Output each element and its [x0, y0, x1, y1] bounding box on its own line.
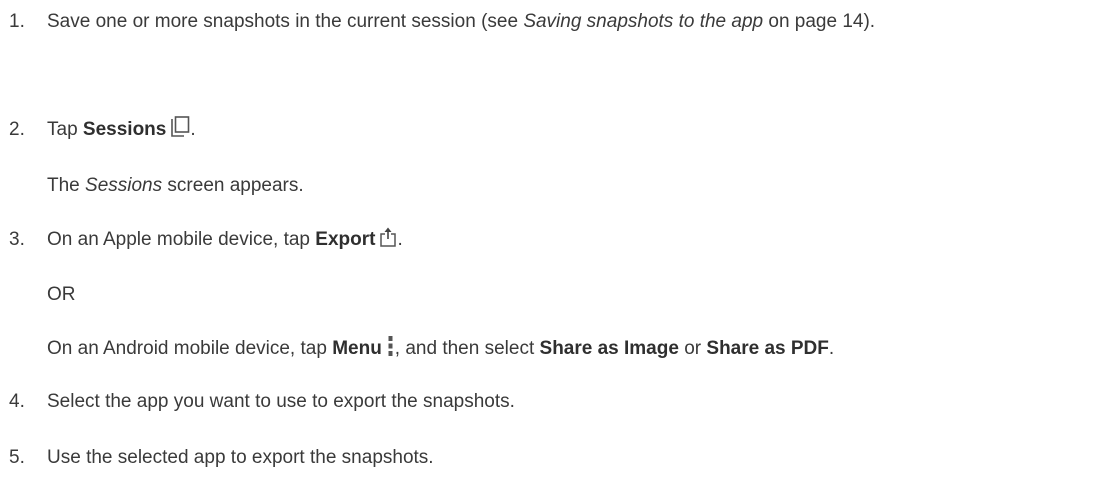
export-label: Export — [315, 229, 376, 250]
sessions-label: Sessions — [82, 119, 167, 140]
menu-label: Menu — [332, 338, 382, 359]
android-instruction: On an Android mobile device, tap Menu, a… — [47, 333, 1076, 364]
step-number: 1. — [9, 11, 25, 32]
step-text: Tap Sessions. — [47, 114, 1076, 145]
sessions-icon — [170, 116, 190, 138]
step-text: Save one or more snapshots in the curren… — [47, 11, 876, 32]
menu-kebab-icon — [388, 335, 393, 357]
step-number: 3. — [9, 229, 25, 250]
share-as-image-label: Share as Image — [539, 338, 679, 359]
step-number: 4. — [9, 391, 25, 412]
share-as-pdf-label: Share as PDF — [706, 338, 829, 359]
step-text: Select the app you want to use to export… — [47, 391, 515, 412]
export-icon — [379, 226, 397, 248]
step-number: 2. — [9, 119, 25, 140]
step-2-result: The Sessions screen appears. — [47, 175, 304, 196]
step-number: 5. — [9, 447, 25, 468]
or-separator: OR — [47, 284, 76, 305]
step-text: Use the selected app to export the snaps… — [47, 447, 434, 468]
step-text: On an Apple mobile device, tap Export. — [47, 224, 1076, 255]
cross-reference-link[interactable]: Saving snapshots to the app — [523, 11, 763, 32]
